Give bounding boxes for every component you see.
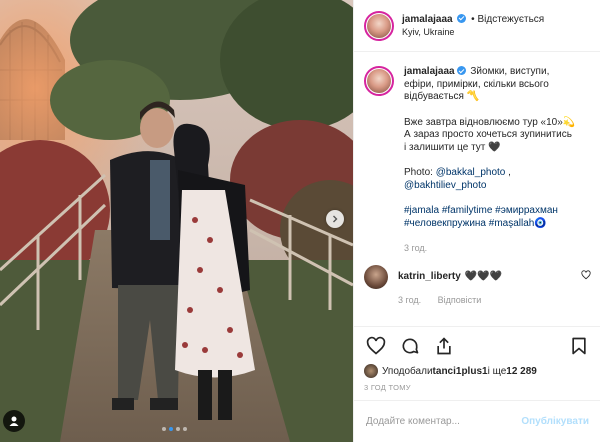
comment-meta: 3 год. Відповісти [398, 295, 591, 305]
caption-line: ефіри, примірки, скільки всього [404, 78, 549, 90]
likes-middle: і ще [487, 365, 507, 377]
user-tag-button[interactable] [3, 410, 25, 432]
comment-like-button[interactable] [581, 270, 591, 283]
caption-avatar[interactable] [364, 66, 394, 96]
carousel-dot [162, 427, 166, 431]
action-bar [354, 326, 600, 364]
couple-photo-image [0, 0, 353, 442]
comment-input[interactable] [366, 416, 522, 427]
add-comment-form: Опублікувати [354, 400, 600, 442]
carousel-dot [176, 427, 180, 431]
bookmark-icon [572, 337, 586, 354]
comment-text: 🖤🖤🖤 [464, 271, 503, 282]
mention-link[interactable]: @bakkal_photo [436, 167, 506, 178]
photo-credit-separator: , [505, 167, 511, 178]
post-header: jamalajaaa • Відстежується Kyiv, Ukraine [354, 0, 600, 52]
caption: jamalajaaa Зйомки, виступи, ефіри, примі… [364, 66, 591, 255]
caption-line: відбувається 〽️ [404, 91, 480, 102]
caption-line: Вже завтра відновлюємо тур «10»💫 [404, 116, 576, 128]
verified-badge-icon [457, 13, 467, 23]
comment-button[interactable] [398, 334, 422, 358]
comment-icon [402, 337, 419, 353]
liker-avatar [364, 364, 378, 378]
comment-time: 3 год. [398, 294, 422, 305]
hashtag-link[interactable]: #jamala [404, 205, 439, 216]
dot-separator: • [471, 13, 475, 25]
carousel-dot-active [169, 427, 173, 431]
caption-line: Зйомки, виступи, [470, 66, 550, 77]
chevron-right-icon [333, 215, 338, 223]
reply-button[interactable]: Відповісти [438, 295, 482, 305]
hashtag-link[interactable]: #familytime [442, 205, 493, 216]
post-location[interactable]: Kyiv, Ukraine [402, 26, 544, 39]
caption-line: і залишити це тут 🖤 [404, 141, 501, 153]
heart-icon [366, 336, 386, 355]
photo-credit-label: Photo: [404, 167, 433, 178]
hashtag-link[interactable]: #эмиррахман [495, 205, 558, 216]
post-photo[interactable] [0, 0, 353, 442]
commenter-avatar[interactable] [364, 264, 388, 289]
comments-section[interactable]: jamalajaaa Зйомки, виступи, ефіри, примі… [354, 52, 600, 326]
mention-link[interactable]: @bakhtiliev_photo [404, 180, 486, 191]
next-slide-button[interactable] [326, 210, 344, 228]
caption-username[interactable]: jamalajaaa [404, 66, 455, 77]
caption-text: jamalajaaa Зйомки, виступи, ефіри, примі… [404, 66, 584, 255]
hashtag-link[interactable]: #человекпружина [404, 218, 486, 229]
likes-count[interactable]: 12 289 [506, 366, 537, 377]
likes-summary: Уподобали tanci1plus1 і ще 12 289 [364, 364, 537, 378]
carousel-indicator [162, 427, 187, 431]
heart-icon [581, 270, 591, 280]
publish-button[interactable]: Опублікувати [521, 416, 589, 427]
caption-line: А зараз просто хочеться зупинитись [404, 129, 572, 140]
hashtag-link[interactable]: #maşallah🧿 [489, 218, 547, 229]
follow-status-button[interactable]: Відстежується [477, 14, 544, 25]
post-timestamp: 3 ГОД ТОМУ [364, 383, 411, 392]
author-avatar[interactable] [364, 10, 394, 41]
post-detail-panel: jamalajaaa • Відстежується Kyiv, Ukraine… [353, 0, 600, 442]
caption-time: 3 год. [404, 243, 428, 253]
share-icon [437, 336, 451, 354]
user-tag-icon [9, 416, 19, 426]
carousel-dot [183, 427, 187, 431]
share-button[interactable] [432, 334, 456, 358]
save-button[interactable] [567, 334, 591, 358]
commenter-username[interactable]: katrin_liberty [398, 271, 461, 282]
liker-username[interactable]: tanci1plus1 [433, 366, 488, 377]
verified-badge-icon [456, 66, 466, 75]
comment-row: katrin_liberty 🖤🖤🖤 [364, 264, 591, 289]
like-button[interactable] [364, 334, 388, 358]
author-username[interactable]: jamalajaaa [402, 14, 453, 25]
likes-prefix: Уподобали [382, 365, 433, 377]
